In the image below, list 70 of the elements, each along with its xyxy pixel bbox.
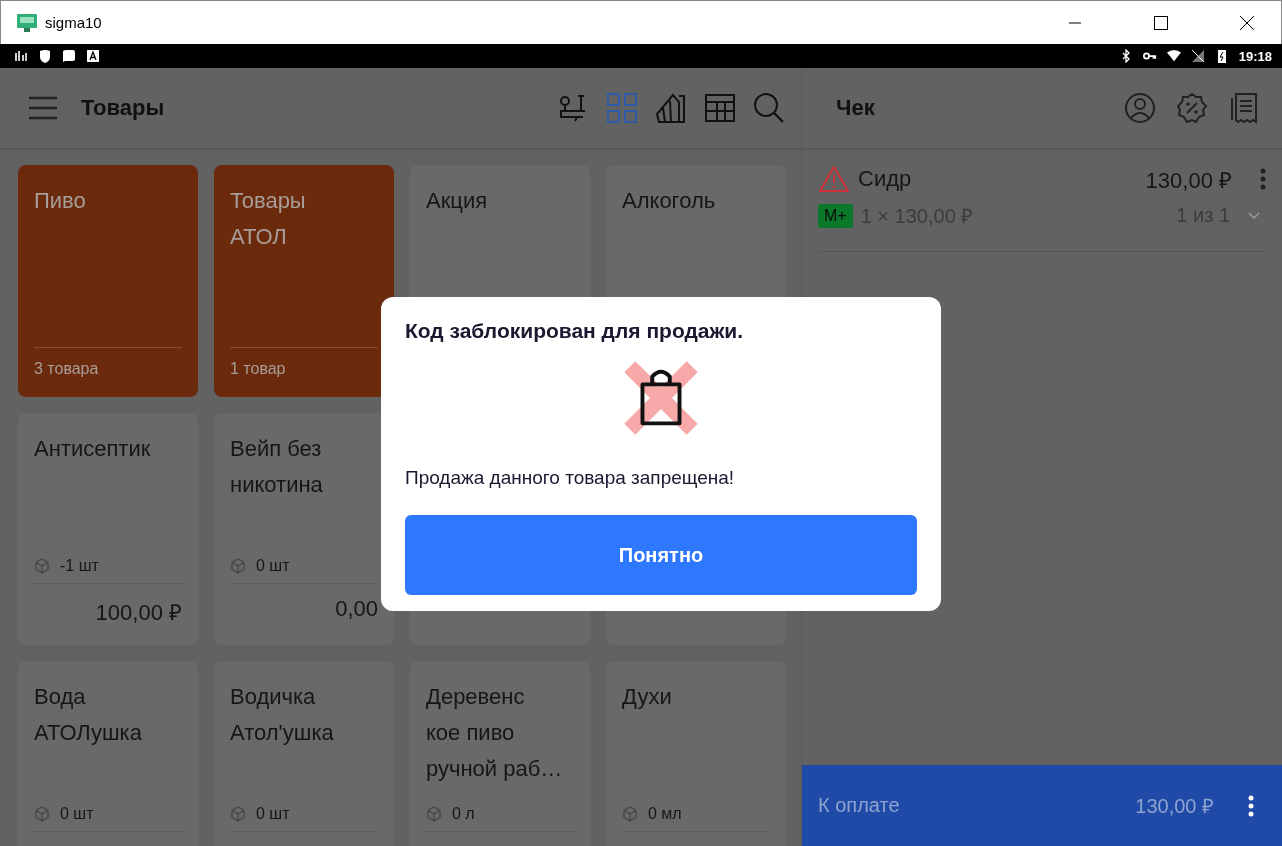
chevron-down-icon[interactable] xyxy=(1248,211,1260,220)
pay-bar[interactable]: К оплате 130,00 ₽ xyxy=(802,765,1282,846)
tile-name: Водичка xyxy=(230,683,316,711)
box-icon xyxy=(34,806,50,822)
product-tile[interactable]: Деревенс кое пиво ручной раб… 0 л xyxy=(410,661,590,846)
product-tile[interactable]: Водичка Атол'ушка 0 шт xyxy=(214,661,394,846)
menu-icon[interactable] xyxy=(28,96,58,120)
product-tile[interactable]: Вода АТОЛушка 0 шт xyxy=(18,661,198,846)
close-icon[interactable] xyxy=(1239,14,1255,31)
search-icon[interactable] xyxy=(753,92,785,124)
tile-name: ручной раб… xyxy=(426,755,563,783)
stock-count: -1 шт xyxy=(60,557,99,575)
product-tile[interactable]: Вейп без никотина 0 шт 0,00 xyxy=(214,413,394,645)
stock-count: 0 л xyxy=(452,805,475,823)
stock-count: 0 шт xyxy=(256,805,290,823)
shield-icon xyxy=(38,49,52,63)
pay-total: 130,00 ₽ xyxy=(1135,794,1214,819)
item-price: 130,00 ₽ xyxy=(1145,167,1232,194)
catalog-title: Товары xyxy=(81,95,165,121)
tile-name: Вейп без xyxy=(230,435,322,463)
table-icon[interactable] xyxy=(704,92,736,124)
box-icon xyxy=(622,806,638,822)
tile-name: Пиво xyxy=(34,187,86,215)
receipt-title: Чек xyxy=(836,95,875,121)
tile-name: Акция xyxy=(426,187,488,215)
pay-label: К оплате xyxy=(818,794,900,817)
mark-badge: М+ xyxy=(818,203,853,228)
font-icon xyxy=(86,49,100,63)
tile-name: Алкоголь xyxy=(622,187,716,215)
more-icon[interactable] xyxy=(1248,794,1254,817)
product-tile[interactable]: Духи 0 мл xyxy=(606,661,786,846)
tile-name: кое пиво xyxy=(426,719,515,747)
box-icon xyxy=(230,558,246,574)
app-icon xyxy=(17,13,37,32)
item-name: Сидр xyxy=(858,166,912,192)
signal-icon xyxy=(14,49,28,63)
stock-count: 0 шт xyxy=(256,557,290,575)
sim-icon xyxy=(1190,49,1205,63)
tile-price: 0,00 xyxy=(335,596,378,622)
tile-name: Духи xyxy=(622,683,672,711)
tile-name: Деревенс xyxy=(426,683,525,711)
tile-name: никотина xyxy=(230,471,323,499)
blocked-bag-icon xyxy=(622,359,700,437)
receipt-icon[interactable] xyxy=(1228,92,1260,124)
tile-name: Товары xyxy=(230,187,306,215)
category-tile[interactable]: Пиво 3 товара xyxy=(18,165,198,397)
discount-icon[interactable] xyxy=(1176,92,1208,124)
user-icon[interactable] xyxy=(1124,92,1156,124)
maximize-icon[interactable] xyxy=(1153,14,1169,31)
box-icon xyxy=(426,806,442,822)
tile-name: АТОЛ xyxy=(230,223,287,251)
ok-button[interactable]: Понятно xyxy=(405,515,917,595)
product-tile[interactable]: Антисептик -1 шт 100,00 ₽ xyxy=(18,413,198,645)
stock-count: 0 мл xyxy=(648,805,682,823)
tile-name: АТОЛушка xyxy=(34,719,142,747)
category-tile[interactable]: Товары АТОЛ 1 товар xyxy=(214,165,394,397)
tile-name: Атол'ушка xyxy=(230,719,334,747)
window-title: sigma10 xyxy=(45,14,102,31)
clock: 19:18 xyxy=(1238,48,1272,64)
box-icon xyxy=(230,806,246,822)
stock-count: 0 шт xyxy=(60,805,94,823)
wifi-icon xyxy=(1166,49,1181,63)
tile-price: 100,00 ₽ xyxy=(95,599,182,626)
tile-name: Вода xyxy=(34,683,86,711)
item-count: 3 товара xyxy=(34,360,99,378)
tile-name: Антисептик xyxy=(34,435,151,463)
item-count: 1 товар xyxy=(230,360,286,378)
chat-icon xyxy=(62,49,76,63)
dialog-message: Продажа данного товара запрещена! xyxy=(405,467,735,489)
box-icon xyxy=(34,558,50,574)
